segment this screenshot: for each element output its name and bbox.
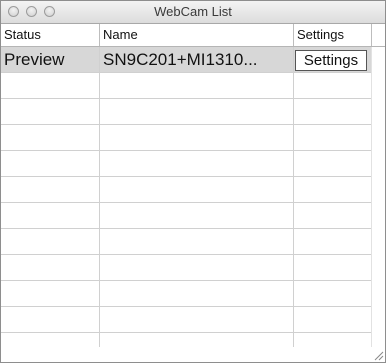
webcam-table: Preview SN9C201+MI1310... Settings	[1, 47, 385, 347]
column-header-settings[interactable]: Settings	[294, 24, 371, 46]
table-row[interactable]	[1, 229, 371, 255]
window-title: WebCam List	[154, 4, 232, 19]
vertical-scrollbar[interactable]	[371, 47, 385, 347]
table-row[interactable]	[1, 307, 371, 333]
status-cell: Preview	[4, 50, 65, 69]
column-header-status[interactable]: Status	[1, 24, 99, 46]
table-row[interactable]	[1, 281, 371, 307]
column-grid-line	[293, 47, 294, 347]
table-row[interactable]: Preview SN9C201+MI1310... Settings	[1, 47, 371, 73]
table-row[interactable]	[1, 125, 371, 151]
table-row[interactable]	[1, 99, 371, 125]
settings-button[interactable]: Settings	[295, 50, 367, 71]
name-cell: SN9C201+MI1310...	[103, 50, 258, 69]
table-row[interactable]	[1, 151, 371, 177]
table-row[interactable]	[1, 73, 371, 99]
column-header-name[interactable]: Name	[100, 24, 293, 46]
resize-grip-icon[interactable]	[372, 349, 384, 361]
table-row[interactable]	[1, 177, 371, 203]
table-row[interactable]	[1, 255, 371, 281]
table-header: Status Name Settings	[1, 24, 385, 47]
column-divider[interactable]	[371, 24, 372, 46]
title-bar[interactable]: WebCam List	[1, 1, 385, 24]
table-row[interactable]	[1, 203, 371, 229]
webcam-list-window: WebCam List Status Name Settings Preview…	[0, 0, 386, 363]
column-grid-line	[99, 47, 100, 347]
